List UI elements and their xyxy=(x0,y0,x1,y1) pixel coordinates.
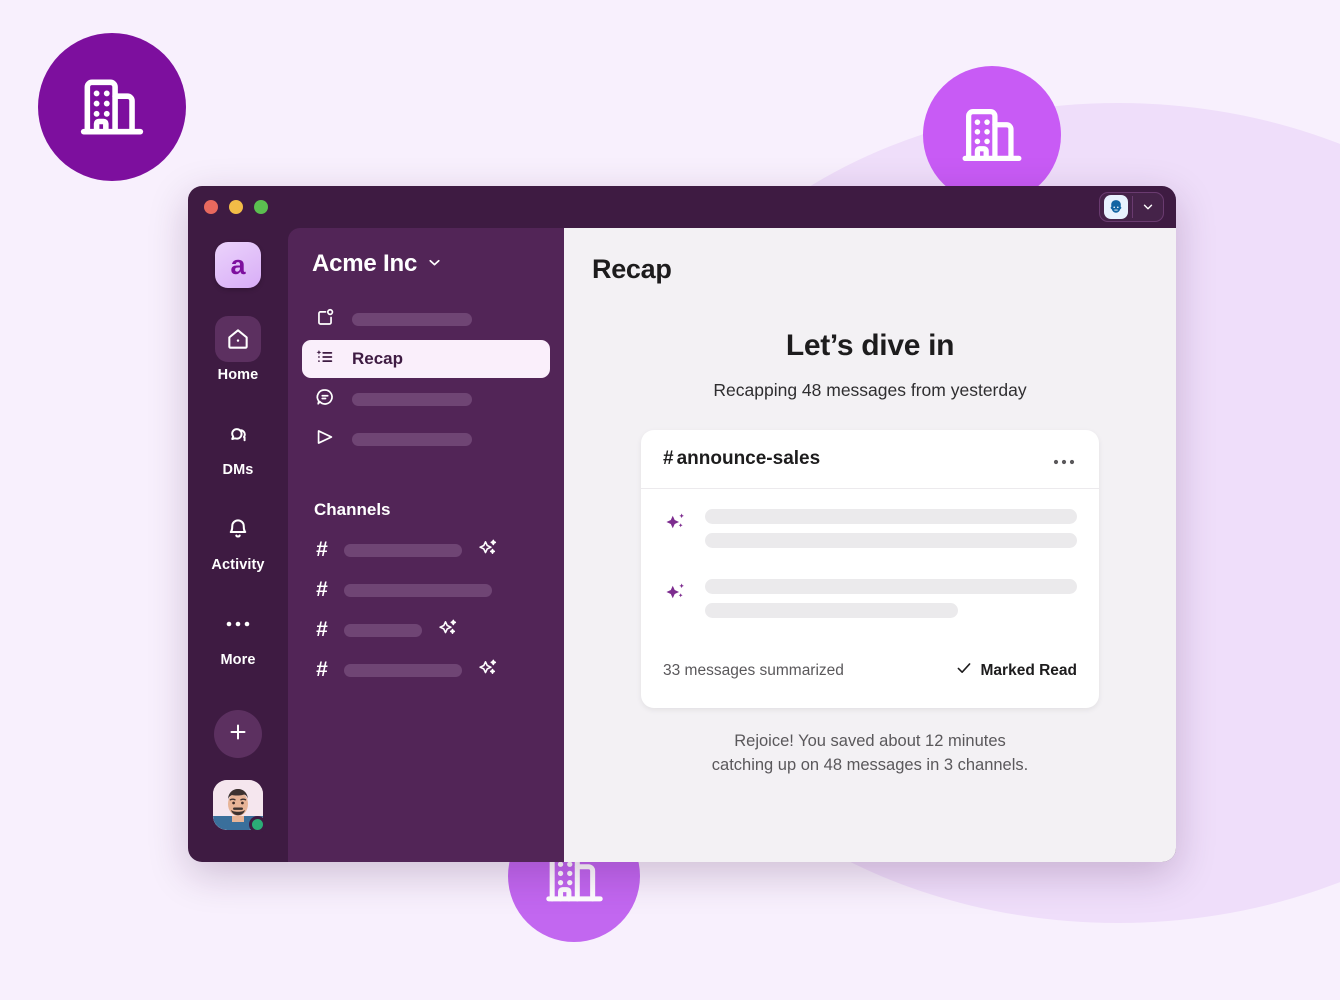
window-traffic-lights xyxy=(204,200,268,214)
dms-icon xyxy=(215,411,261,457)
chevron-down-icon[interactable] xyxy=(426,250,443,278)
workspace-initial: a xyxy=(230,252,245,279)
ellipsis-icon xyxy=(215,601,261,647)
channel-name: announce-sales xyxy=(677,448,821,469)
page-root: a Home xyxy=(0,0,1340,1000)
main-content: Recap Let’s dive in Recapping 48 message… xyxy=(564,228,1176,862)
summary-item xyxy=(663,579,1077,627)
sidebar-item-recap-label: Recap xyxy=(352,349,403,369)
channel-list-item[interactable]: # xyxy=(302,530,550,570)
channel-skeleton xyxy=(344,664,462,677)
sidebar-section-channels: Channels xyxy=(302,500,550,520)
building-badge-top-left xyxy=(38,33,186,181)
summary-lines xyxy=(705,579,1077,627)
hash-icon: # xyxy=(663,448,674,469)
close-window-button[interactable] xyxy=(204,200,218,214)
messages-summarized-count: 33 messages summarized xyxy=(663,662,844,680)
left-rail: a Home xyxy=(188,228,288,862)
sparkle-icon xyxy=(663,579,689,610)
sparkle-icon xyxy=(663,509,689,540)
hash-icon: # xyxy=(314,578,330,602)
channel-skeleton xyxy=(344,624,422,637)
recap-card-body xyxy=(641,489,1099,627)
sidebar-item-recap[interactable]: Recap xyxy=(302,340,550,378)
summary-item xyxy=(663,509,1077,557)
rail-label-home: Home xyxy=(218,367,259,383)
building-icon xyxy=(75,70,149,144)
hash-icon: # xyxy=(314,658,330,682)
home-icon xyxy=(215,316,261,362)
channel-skeleton xyxy=(344,544,462,557)
channel-list-item[interactable]: # xyxy=(302,610,550,650)
building-badge-top-right xyxy=(923,66,1061,204)
checkmark-icon xyxy=(955,659,973,682)
sparkle-icon xyxy=(476,656,500,685)
sparkle-icon xyxy=(436,616,460,645)
minimize-window-button[interactable] xyxy=(229,200,243,214)
sidebar-item-drafts-sent[interactable] xyxy=(302,420,550,458)
recap-icon xyxy=(314,346,336,373)
recap-card: #announce-sales xyxy=(641,430,1099,708)
channel-list-item[interactable]: # xyxy=(302,570,550,610)
threads-icon xyxy=(314,386,336,413)
sidebar-skeleton xyxy=(352,393,472,406)
kebab-menu-icon[interactable] xyxy=(1053,453,1077,465)
marked-read-label: Marked Read xyxy=(981,662,1077,680)
skeleton-line xyxy=(705,533,1077,548)
sidebar: Acme Inc xyxy=(288,228,564,862)
rail-item-dms[interactable]: DMs xyxy=(215,411,261,478)
workspace-switcher-icon[interactable]: a xyxy=(215,242,261,288)
drafts-sent-icon xyxy=(314,426,336,453)
plus-icon xyxy=(226,720,250,749)
maximize-window-button[interactable] xyxy=(254,200,268,214)
rail-item-more[interactable]: More xyxy=(215,601,261,668)
summary-lines xyxy=(705,509,1077,557)
workspace-title[interactable]: Acme Inc xyxy=(302,250,550,278)
titlebar-badge[interactable] xyxy=(1099,192,1164,222)
window-body: a Home xyxy=(188,228,1176,862)
recap-card-channel[interactable]: #announce-sales xyxy=(663,448,820,470)
hero-heading: Let’s dive in xyxy=(592,329,1148,363)
chevron-down-icon[interactable] xyxy=(1133,200,1163,214)
recap-card-footer: 33 messages summarized Marked Read xyxy=(641,649,1099,708)
hash-icon: # xyxy=(314,538,330,562)
page-title: Recap xyxy=(592,254,1148,285)
rail-label-dms: DMs xyxy=(223,462,254,478)
user-avatar[interactable] xyxy=(213,780,263,830)
app-window: a Home xyxy=(188,186,1176,862)
skeleton-line xyxy=(705,603,958,618)
sidebar-skeleton xyxy=(352,313,472,326)
channel-list-item[interactable]: # xyxy=(302,650,550,690)
create-new-button[interactable] xyxy=(214,710,262,758)
presence-indicator xyxy=(249,816,266,833)
workspace-name: Acme Inc xyxy=(312,250,417,278)
rail-label-more: More xyxy=(220,652,255,668)
sparkle-icon xyxy=(476,536,500,565)
hash-icon: # xyxy=(314,618,330,642)
building-icon xyxy=(957,100,1027,170)
skeleton-line xyxy=(705,509,1077,524)
window-titlebar xyxy=(188,186,1176,228)
recap-card-header: #announce-sales xyxy=(641,430,1099,489)
channel-skeleton xyxy=(344,584,492,597)
hero-section: Let’s dive in Recapping 48 messages from… xyxy=(592,329,1148,401)
skeleton-line xyxy=(705,579,1077,594)
rail-item-activity[interactable]: Activity xyxy=(211,506,264,573)
recap-outro: Rejoice! You saved about 12 minutes catc… xyxy=(592,730,1148,778)
outro-line-1: Rejoice! You saved about 12 minutes xyxy=(592,730,1148,754)
bell-icon xyxy=(215,506,261,552)
rail-label-activity: Activity xyxy=(211,557,264,573)
sidebar-item-threads[interactable] xyxy=(302,380,550,418)
outro-line-2: catching up on 48 messages in 3 channels… xyxy=(592,754,1148,778)
sidebar-skeleton xyxy=(352,433,472,446)
hero-subtext: Recapping 48 messages from yesterday xyxy=(592,380,1148,401)
marked-read-status[interactable]: Marked Read xyxy=(955,659,1077,682)
sidebar-item-unreads[interactable] xyxy=(302,300,550,338)
huddle-avatar-icon xyxy=(1104,195,1128,219)
rail-item-home[interactable]: Home xyxy=(215,316,261,383)
unreads-icon xyxy=(314,306,336,333)
